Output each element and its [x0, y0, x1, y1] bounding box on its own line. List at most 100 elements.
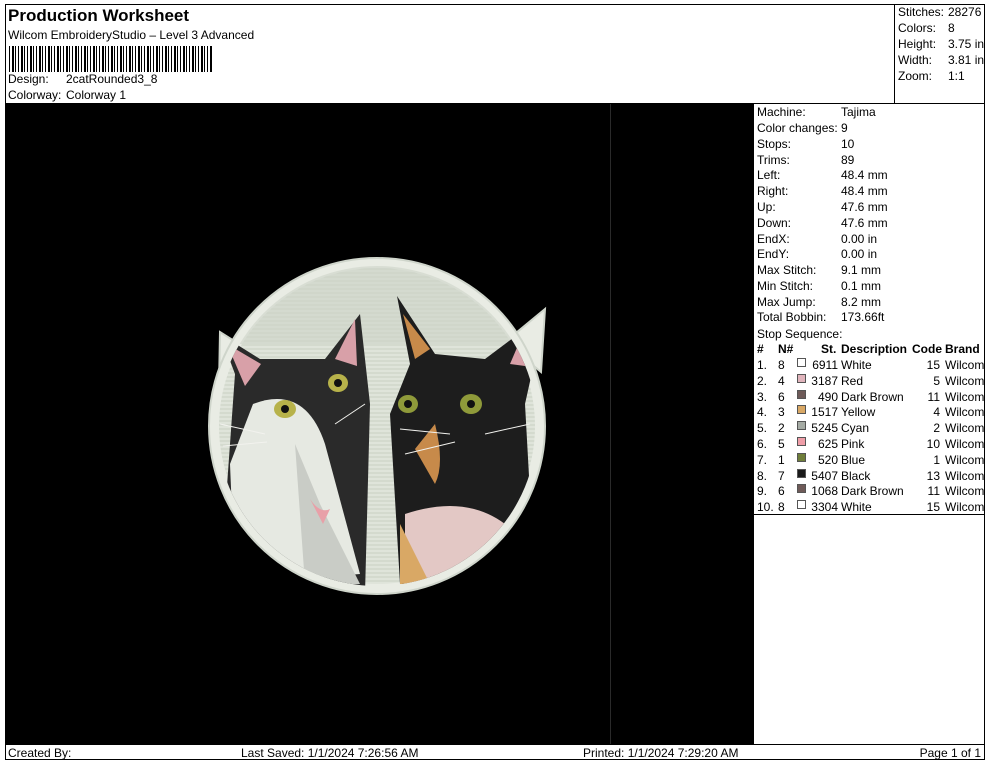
row-num: 6.: [757, 437, 768, 451]
summary-label: Stitches:: [898, 5, 945, 19]
row-brand: Wilcom: [945, 452, 985, 467]
software-subtitle: Wilcom EmbroideryStudio – Level 3 Advanc…: [8, 28, 255, 42]
row-code: 5: [933, 373, 940, 388]
row-brand: Wilcom: [945, 421, 985, 436]
row-code: 2: [933, 421, 940, 436]
info-row-color-changes: Color changes: 9: [757, 121, 848, 135]
row-description: Dark Brown: [841, 484, 904, 499]
summary-label: Height:: [898, 37, 937, 51]
summary-value: 1:1: [948, 69, 965, 83]
colorway-label: Colorway:: [8, 88, 62, 102]
row-stitches: 5245: [811, 421, 838, 436]
info-value: 0.00 in: [841, 232, 878, 246]
summary-label: Colors:: [898, 21, 937, 35]
color-swatch: [797, 452, 806, 462]
info-value: 48.4 mm: [841, 168, 888, 182]
table-row: 8. 7 5407 Black 13 Wilcom: [754, 468, 985, 485]
info-value: 9.1 mm: [841, 263, 882, 277]
row-stitches: 6911: [812, 358, 838, 372]
info-row-machine: Machine: Tajima: [757, 105, 876, 119]
row-brand: Wilcom: [945, 389, 985, 404]
info-row-endx: EndX: 0.00 in: [757, 232, 877, 246]
printed-date: Printed: 1/1/2024 7:29:20 AM: [583, 746, 739, 760]
machine-info-panel: Machine: Tajima Color changes: 9 Stops: 10 …: [753, 104, 985, 744]
summary-label: Width:: [898, 53, 933, 67]
row-needle: 3: [778, 405, 785, 420]
row-stitches: 3304: [811, 500, 838, 515]
row-needle: 2: [778, 421, 785, 436]
summary-row: Colors: 8: [898, 21, 955, 35]
summary-row: Height: 3.75 in: [898, 37, 984, 51]
page-title: Production Worksheet: [8, 6, 190, 25]
info-label: Machine:: [757, 105, 806, 119]
row-code: 15: [926, 358, 940, 372]
row-description: White: [841, 500, 872, 515]
row-num: 1.: [757, 358, 768, 372]
info-row-left: Left: 48.4 mm: [757, 168, 888, 182]
row-stitches: 1517: [811, 405, 838, 420]
summary-value: 28276: [948, 5, 982, 19]
worksheet-header: Production Worksheet Wilcom EmbroiderySt…: [5, 4, 895, 104]
summary-row: Width: 3.81 in: [898, 53, 984, 67]
row-code: 13: [926, 468, 940, 483]
row-brand: Wilcom: [945, 484, 985, 499]
col-needle: N#: [778, 342, 794, 356]
info-value: 173.66ft: [841, 310, 885, 324]
barcode-icon: [9, 46, 213, 72]
row-brand: Wilcom: [945, 358, 985, 372]
row-brand: Wilcom: [945, 437, 985, 451]
table-header: # N# St. Description Code Brand: [754, 342, 985, 358]
info-label: EndY:: [757, 247, 790, 261]
row-description: Blue: [841, 452, 866, 467]
info-value: 0.00 in: [841, 247, 878, 261]
info-value: 8.2 mm: [841, 295, 882, 309]
col-num: #: [757, 342, 764, 356]
info-label: Color changes:: [757, 121, 838, 135]
row-brand: Wilcom: [945, 468, 985, 483]
info-row-right: Right: 48.4 mm: [757, 184, 888, 198]
row-num: 8.: [757, 468, 768, 483]
table-row: 5. 2 5245 Cyan 2 Wilcom: [754, 421, 985, 437]
row-num: 10.: [757, 500, 774, 515]
color-swatch: [797, 389, 806, 399]
info-row-up: Up: 47.6 mm: [757, 200, 888, 214]
row-description: Cyan: [841, 421, 870, 436]
preview-divider: [610, 104, 611, 744]
row-description: Pink: [841, 437, 865, 451]
info-value: 10: [841, 137, 855, 151]
summary-value: 8: [948, 21, 955, 35]
row-code: 11: [927, 389, 940, 404]
table-divider: [754, 514, 985, 515]
info-value: 0.1 mm: [841, 279, 882, 293]
row-description: Black: [841, 468, 871, 483]
row-num: 9.: [757, 484, 768, 499]
row-code: 15: [926, 500, 940, 515]
summary-value: 3.75 in: [948, 37, 985, 51]
row-code: 11: [927, 484, 940, 499]
info-value: Tajima: [841, 105, 876, 119]
page-number: Page 1 of 1: [919, 746, 981, 760]
info-label: EndX:: [757, 232, 790, 246]
info-label: Stops:: [757, 137, 792, 151]
row-code: 4: [933, 405, 940, 420]
row-num: 7.: [757, 452, 768, 467]
row-needle: 6: [778, 484, 785, 499]
row-description: White: [841, 358, 872, 372]
design-value: 2catRounded3_8: [66, 72, 158, 86]
row-num: 4.: [757, 405, 768, 420]
table-row: 2. 4 3187 Red 5 Wilcom: [754, 373, 985, 390]
info-label: Max Jump:: [757, 295, 816, 309]
stop-sequence-title: Stop Sequence:: [757, 327, 843, 341]
color-swatch: [797, 484, 806, 494]
row-num: 2.: [757, 373, 768, 388]
info-label: Down:: [757, 216, 792, 230]
info-label: Right:: [757, 184, 789, 198]
design-label: Design:: [8, 72, 49, 86]
row-brand: Wilcom: [945, 373, 985, 388]
info-value: 47.6 mm: [841, 200, 888, 214]
row-num: 5.: [757, 421, 768, 436]
row-stitches: 490: [817, 389, 838, 404]
col-description: Description: [841, 342, 908, 356]
summary-row: Stitches: 28276: [898, 5, 981, 19]
col-st: St.: [821, 342, 837, 356]
